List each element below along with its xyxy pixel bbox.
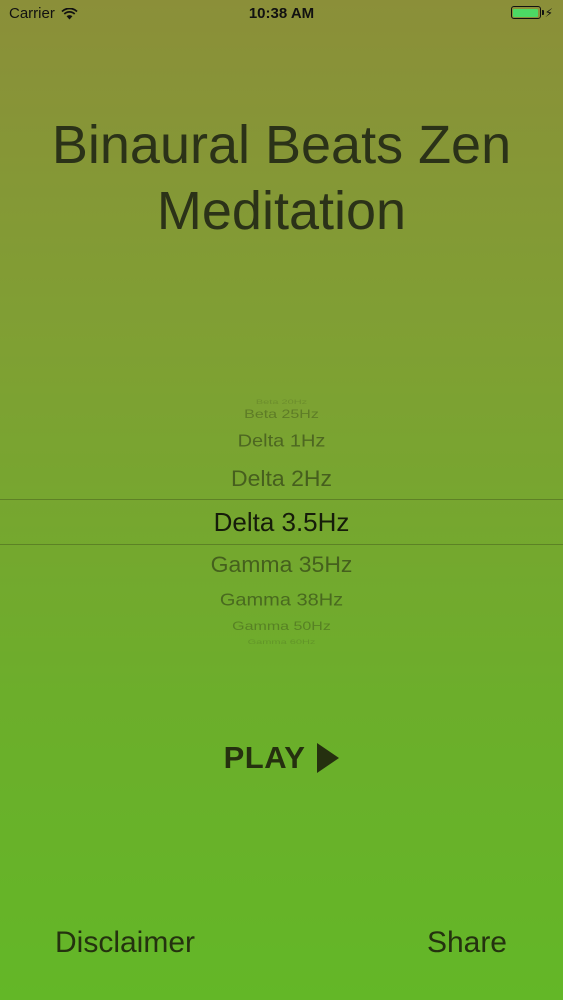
play-triangle-icon — [317, 743, 340, 773]
charging-bolt-icon: ⚡ — [544, 5, 553, 20]
picker-item[interactable]: Delta 1Hz — [0, 430, 563, 452]
picker-item-selected[interactable]: Delta 3.5Hz — [0, 507, 563, 537]
picker-item[interactable]: Delta 2Hz — [0, 465, 563, 491]
play-label: PLAY — [223, 740, 306, 775]
picker-item[interactable]: Beta 25Hz — [0, 408, 563, 423]
picker-item[interactable]: Gamma 50Hz — [0, 620, 563, 635]
play-button[interactable]: PLAY — [0, 740, 563, 776]
battery-fill — [513, 8, 539, 17]
picker-item[interactable]: Gamma 35Hz — [0, 551, 563, 577]
status-right: ⚡ — [510, 5, 553, 20]
app-title-line2: Meditation — [156, 181, 407, 241]
picker-item[interactable]: Gamma 60Hz — [0, 638, 563, 645]
status-bar: Carrier 10:38 AM ⚡ — [0, 0, 563, 30]
status-time: 10:38 AM — [248, 5, 315, 22]
frequency-picker[interactable]: Beta 20Hz Beta 25Hz Delta 1Hz Delta 2Hz Delt… — [0, 395, 563, 645]
app-title: Binaural Beats Zen Meditation — [0, 112, 563, 244]
app-title-line1: Binaural Beats Zen — [51, 115, 512, 175]
picker-item[interactable]: Beta 20Hz — [0, 398, 563, 406]
battery-icon — [510, 6, 544, 19]
share-button[interactable]: Share — [427, 926, 507, 960]
battery-cap — [541, 10, 544, 15]
picker-item[interactable]: Gamma 38Hz — [0, 589, 563, 611]
disclaimer-button[interactable]: Disclaimer — [55, 926, 195, 960]
